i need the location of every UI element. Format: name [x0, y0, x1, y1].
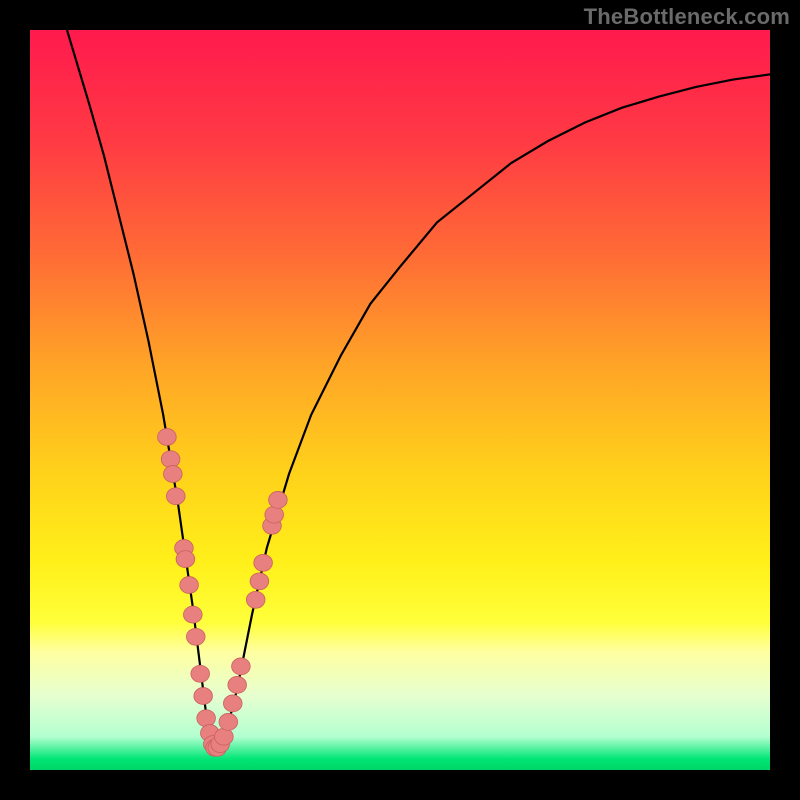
curve-marker: [269, 491, 288, 508]
curve-marker: [161, 451, 180, 468]
chart-frame: TheBottleneck.com: [0, 0, 800, 800]
plot-area: [30, 30, 770, 770]
curve-marker: [215, 728, 234, 745]
curve-marker: [158, 429, 177, 446]
curve-marker: [194, 688, 213, 705]
curve-marker: [246, 591, 265, 608]
curve-marker: [250, 573, 269, 590]
curve-marker: [164, 466, 183, 483]
gradient-background: [30, 30, 770, 770]
curve-marker: [166, 488, 185, 505]
curve-marker: [223, 695, 242, 712]
curve-marker: [197, 710, 216, 727]
curve-marker: [232, 658, 251, 675]
curve-marker: [186, 628, 205, 645]
curve-marker: [180, 577, 199, 594]
curve-marker: [183, 606, 202, 623]
curve-marker: [219, 713, 238, 730]
curve-marker: [191, 665, 210, 682]
curve-marker: [265, 506, 284, 523]
curve-marker: [228, 676, 247, 693]
watermark-text: TheBottleneck.com: [584, 4, 790, 30]
chart-svg: [30, 30, 770, 770]
curve-marker: [254, 554, 273, 571]
curve-marker: [176, 551, 195, 568]
